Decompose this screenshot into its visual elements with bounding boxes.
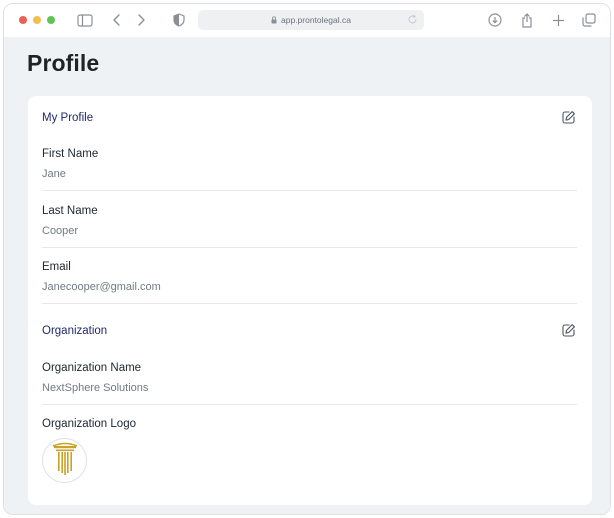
page-title: Profile — [27, 50, 100, 76]
email-field: Email Janecooper@gmail.com — [42, 261, 577, 293]
last-name-field: Last Name Cooper — [42, 205, 577, 237]
tabs-icon[interactable] — [580, 11, 598, 29]
organization-name-field: Organization Name NextSphere Solutions — [42, 362, 577, 394]
organization-section-title: Organization — [42, 325, 108, 337]
divider — [42, 404, 577, 405]
page-content: Profile My Profile First Name Jane Last … — [4, 37, 610, 514]
my-profile-section-title: My Profile — [42, 112, 94, 124]
pillar-logo-icon — [51, 440, 79, 481]
back-icon[interactable] — [108, 11, 126, 29]
divider — [42, 190, 577, 191]
organization-logo — [42, 438, 87, 483]
email-label: Email — [42, 261, 71, 273]
forward-icon[interactable] — [132, 11, 150, 29]
first-name-field: First Name Jane — [42, 148, 577, 180]
divider — [42, 303, 577, 304]
download-icon[interactable] — [486, 11, 504, 29]
organization-logo-label: Organization Logo — [42, 418, 136, 430]
edit-icon[interactable] — [561, 110, 577, 126]
email-value: Janecooper@gmail.com — [42, 281, 161, 293]
address-bar[interactable]: app.prontolegal.ca — [198, 10, 424, 30]
first-name-value: Jane — [42, 168, 66, 180]
edit-icon[interactable] — [561, 323, 577, 339]
organization-logo-field: Organization Logo — [42, 418, 577, 430]
organization-name-label: Organization Name — [42, 362, 142, 374]
browser-toolbar: app.prontolegal.ca — [4, 4, 610, 37]
last-name-label: Last Name — [42, 205, 98, 217]
organization-name-value: NextSphere Solutions — [42, 382, 149, 394]
browser-window: app.prontolegal.ca Profile My Profile Fi… — [3, 3, 611, 515]
minimize-window-button[interactable] — [33, 16, 41, 24]
last-name-value: Cooper — [42, 225, 79, 237]
my-profile-header: My Profile — [42, 110, 577, 130]
url-text: app.prontolegal.ca — [281, 15, 351, 25]
sidebar-icon[interactable] — [76, 11, 94, 29]
close-window-button[interactable] — [19, 16, 27, 24]
profile-card: My Profile First Name Jane Last Name Coo… — [28, 96, 592, 505]
first-name-label: First Name — [42, 148, 99, 160]
zoom-window-button[interactable] — [47, 16, 55, 24]
new-tab-icon[interactable] — [549, 11, 567, 29]
divider — [42, 247, 577, 248]
reload-icon[interactable] — [407, 14, 418, 27]
lock-icon — [271, 16, 277, 24]
shield-icon[interactable] — [170, 11, 188, 29]
share-icon[interactable] — [518, 11, 536, 29]
organization-header: Organization — [42, 323, 577, 343]
